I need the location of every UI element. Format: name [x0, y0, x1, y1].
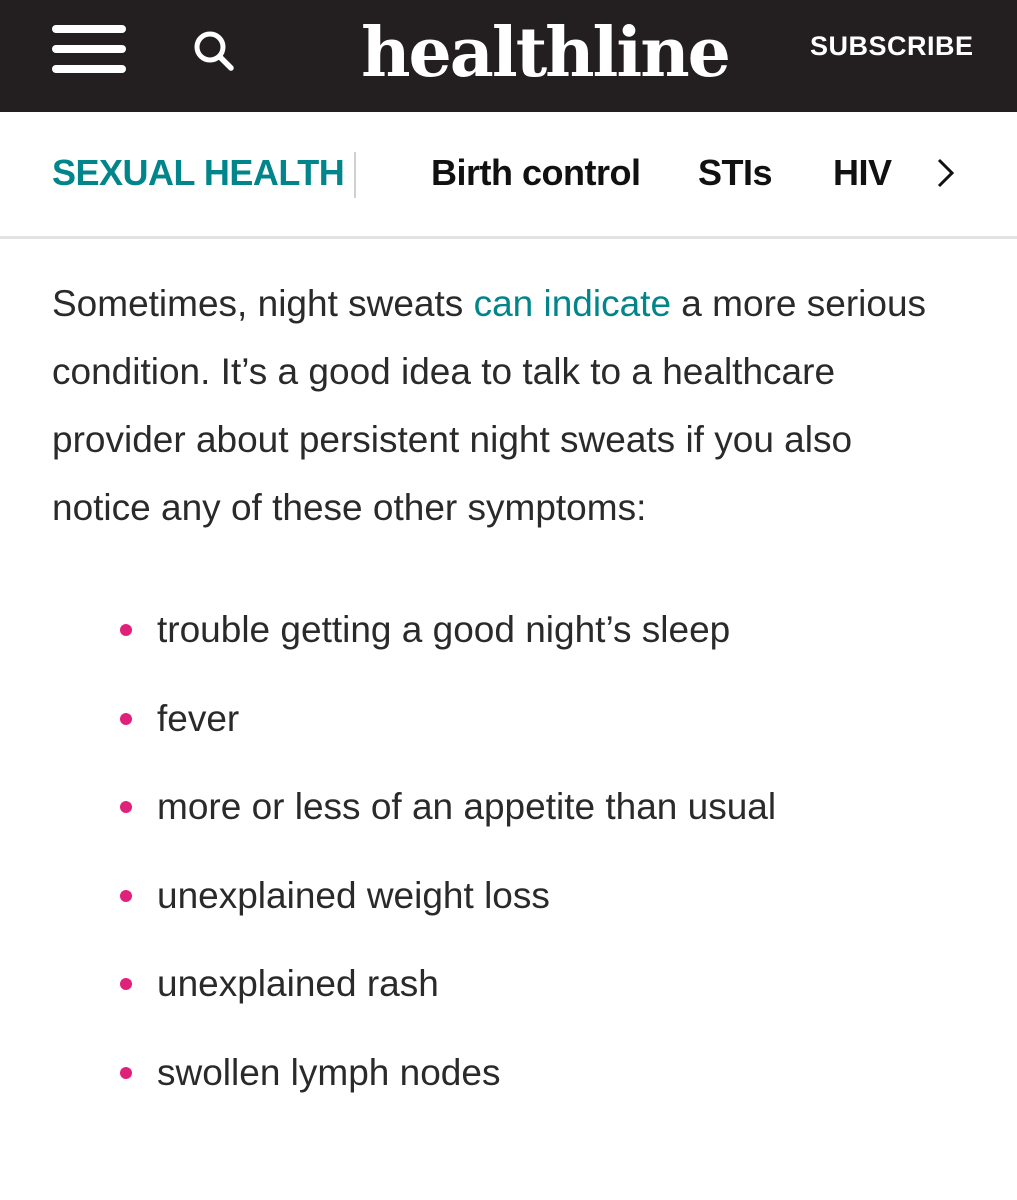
- search-icon[interactable]: [190, 27, 238, 75]
- list-item: unexplained weight loss: [52, 852, 952, 941]
- symptom-text: more or less of an appetite than usual: [157, 786, 777, 828]
- site-header: healthline SUBSCRIBE: [0, 0, 1017, 112]
- bullet-icon: [120, 624, 132, 636]
- article-body: Sometimes, night sweats can indicate a m…: [52, 270, 952, 1118]
- list-item: more or less of an appetite than usual: [52, 763, 952, 852]
- symptom-text: unexplained rash: [157, 963, 439, 1005]
- chevron-right-icon[interactable]: [928, 156, 962, 190]
- can-indicate-link[interactable]: can indicate: [474, 283, 671, 324]
- symptom-list: trouble getting a good night’s sleep fev…: [52, 586, 952, 1118]
- list-item: trouble getting a good night’s sleep: [52, 586, 952, 675]
- nav-divider: [354, 152, 356, 198]
- symptom-text: fever: [157, 697, 240, 739]
- bullet-icon: [120, 801, 132, 814]
- nav-link-stis[interactable]: STIs: [698, 150, 773, 196]
- nav-link-birth-control[interactable]: Birth control: [431, 150, 641, 196]
- nav-link-hiv[interactable]: HIV: [833, 150, 892, 196]
- subscribe-button[interactable]: SUBSCRIBE: [810, 28, 973, 64]
- list-item: swollen lymph nodes: [52, 1029, 952, 1118]
- bullet-icon: [120, 1066, 132, 1079]
- bullet-icon: [120, 889, 132, 902]
- symptom-text: swollen lymph nodes: [157, 1051, 501, 1093]
- intro-paragraph: Sometimes, night sweats can indicate a m…: [52, 270, 942, 542]
- symptom-text: unexplained weight loss: [157, 874, 550, 916]
- symptom-text: trouble getting a good night’s sleep: [157, 609, 731, 650]
- intro-text-start: Sometimes, night sweats: [52, 283, 474, 324]
- section-nav: SEXUAL HEALTH Birth control STIs HIV: [0, 112, 1017, 239]
- bullet-icon: [120, 978, 132, 991]
- list-item: fever: [52, 675, 952, 764]
- healthline-logo[interactable]: healthline: [360, 8, 731, 98]
- bullet-icon: [120, 712, 132, 725]
- list-item: unexplained rash: [52, 940, 952, 1029]
- section-title-sexual-health[interactable]: SEXUAL HEALTH: [52, 150, 345, 196]
- hamburger-menu-icon[interactable]: [52, 25, 126, 73]
